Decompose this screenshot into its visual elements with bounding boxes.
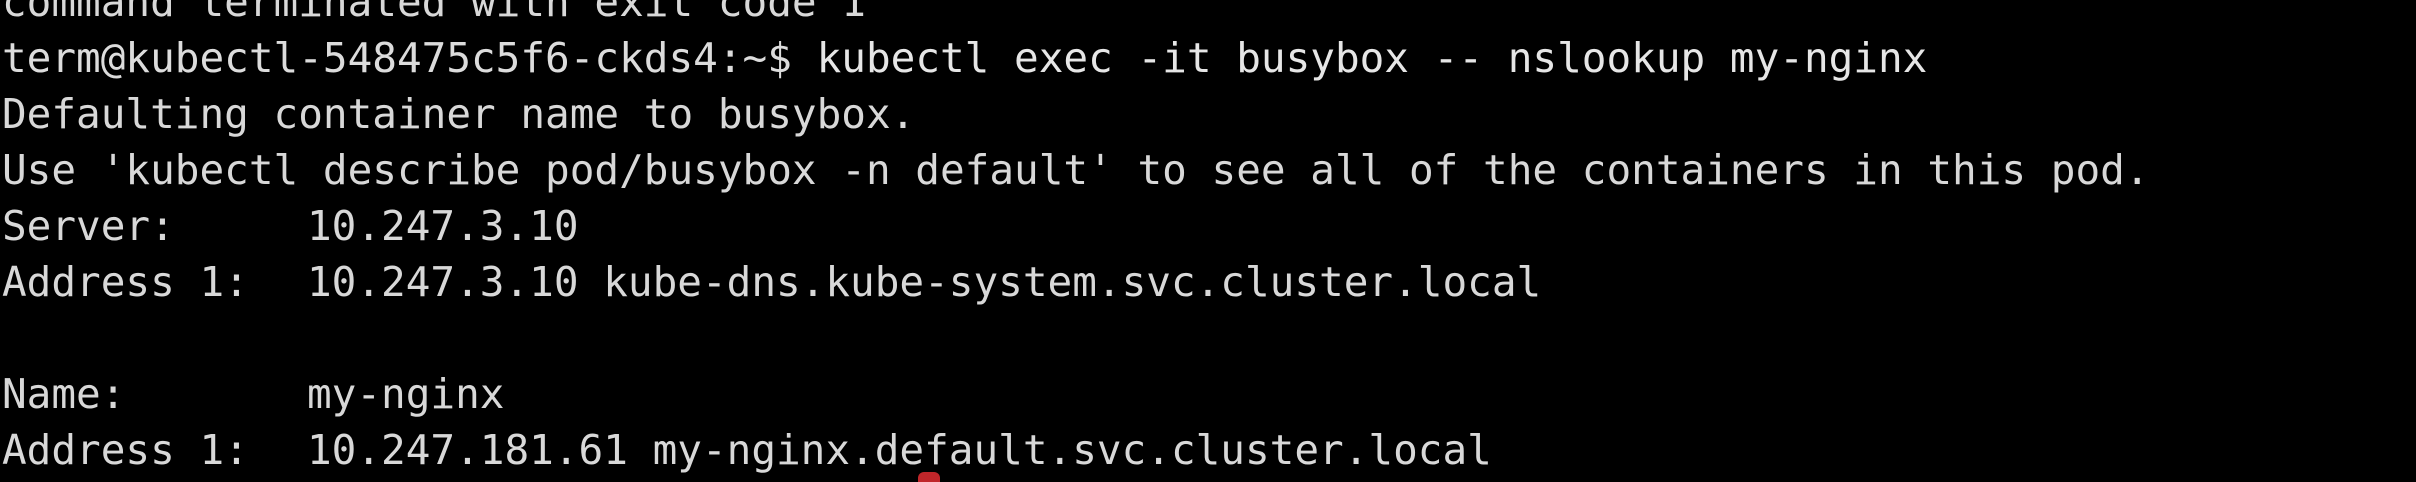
output-line-use-describe: Use 'kubectl describe pod/busybox -n def…: [2, 146, 2150, 194]
server-label: Server:: [2, 202, 175, 250]
address-nginx-label: Address 1:: [2, 426, 249, 474]
shell-prompt: term@kubectl-548475c5f6-ckds4:~$: [2, 34, 817, 82]
terminal-window[interactable]: command terminated with exit code 1 term…: [0, 0, 2416, 482]
address-dns-value: 10.247.3.10 kube-dns.kube-system.svc.clu…: [307, 258, 1542, 306]
command-line: term@kubectl-548475c5f6-ckds4:~$ kubectl…: [2, 30, 2150, 86]
output-line-defaulting: Defaulting container name to busybox.: [2, 90, 916, 138]
address-nginx-value: 10.247.181.61 my-nginx.default.svc.clust…: [307, 426, 1492, 474]
output-line-server: Server: 10.247.3.10: [2, 198, 2150, 254]
output-line-address-dns: Address 1: 10.247.3.10 kube-dns.kube-syst…: [2, 254, 2150, 310]
mouse-cursor-icon: [918, 472, 940, 482]
server-value: 10.247.3.10: [307, 202, 579, 250]
output-line-address-nginx: Address 1: 10.247.181.61 my-nginx.default…: [2, 422, 2150, 478]
command-text: kubectl exec -it busybox -- nslookup my-…: [816, 34, 1928, 82]
terminal-output: command terminated with exit code 1 term…: [2, 0, 2150, 478]
name-label: Name:: [2, 370, 126, 418]
output-line-name: Name: my-nginx: [2, 366, 2150, 422]
output-line-exit-code: command terminated with exit code 1: [2, 0, 866, 26]
address-dns-label: Address 1:: [2, 258, 249, 306]
name-value: my-nginx: [307, 370, 505, 418]
output-line-blank: [2, 310, 2150, 366]
